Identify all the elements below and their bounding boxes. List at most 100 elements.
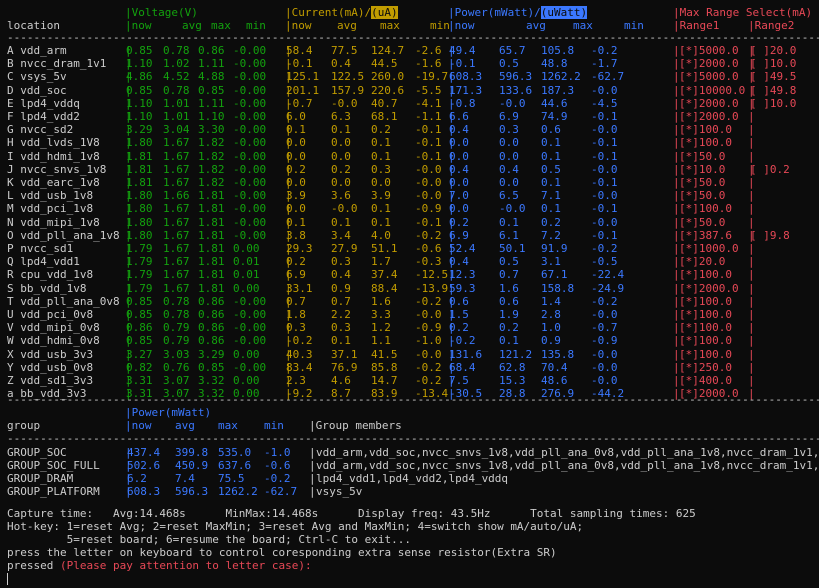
- current-cell: -5.5: [415, 83, 442, 97]
- voltage-cell: 4.52: [163, 70, 190, 84]
- power-cell: 1.9: [499, 308, 519, 321]
- column-divider: |: [748, 268, 755, 282]
- current-cell: 77.5: [331, 44, 358, 57]
- voltage-cell: -0.00: [233, 334, 267, 348]
- terminal-window[interactable]: |Voltage(V) |Current(mA)/(uA) |Power(mWa…: [0, 0, 819, 588]
- current-cell: 41.5: [371, 347, 398, 361]
- current-cell: 6.0: [286, 110, 306, 123]
- current-cell: -4.1: [415, 96, 442, 110]
- power-cell: 74.9: [541, 110, 568, 123]
- location-label: F lpd4_vdd2: [7, 110, 80, 123]
- column-divider: |: [748, 215, 755, 229]
- table-row: K vdd_earc_1v8 | 1.81 1.67 1.82 -0.00 | 0.0 0.0 0…: [0, 176, 819, 189]
- group-members-header: |Group members: [309, 419, 402, 432]
- power-cell: 3.1: [541, 255, 561, 269]
- current-cell: -1.6: [415, 57, 442, 71]
- current-header-line: |Current(mA)/(uA): [285, 6, 398, 19]
- voltage-cell: -0.00: [233, 57, 267, 71]
- voltage-cell: 1.01: [163, 110, 190, 123]
- range1-toggle: [*]100.0: [679, 202, 732, 216]
- power-cell: 52.4: [449, 242, 476, 255]
- location-label: W vdd_hdmi_0v8: [7, 334, 100, 348]
- voltage-cell: 0.79: [163, 321, 190, 335]
- voltage-cell: 1.67: [163, 242, 190, 255]
- current-cell: 0.0: [286, 176, 306, 189]
- voltage-cell: 3.27: [126, 347, 153, 361]
- current-cell: -0.0: [415, 347, 442, 361]
- current-cell: 3.9: [371, 189, 391, 203]
- power-cell: -22.4: [591, 268, 625, 282]
- voltage-cell: -0.00: [233, 70, 267, 84]
- table-row: X vdd_usb_3v3 | 3.27 3.03 3.29 0.00 | 40.3 37.1 4…: [0, 348, 819, 361]
- power-cell: -0.2: [591, 294, 618, 308]
- current-cell: -0.1: [415, 136, 442, 150]
- current-cell: 0.2: [286, 255, 306, 269]
- power-cell: -0.0: [591, 374, 618, 387]
- power-cell: 7.2: [541, 228, 561, 242]
- table-row: O vdd_pll_ana_1v8 | 1.80 1.67 1.81 -0.00 | 3.8 3…: [0, 229, 819, 242]
- power-cell: 15.3: [499, 374, 526, 387]
- table-row: S bb_vdd_1v8 | 1.79 1.67 1.81 0.00 | 33.1 0.9 88.…: [0, 282, 819, 295]
- current-cell: 3.8: [286, 228, 306, 242]
- current-cell: -13.9: [415, 281, 449, 295]
- voltage-cell: -0.00: [233, 149, 267, 163]
- column-divider: |: [748, 242, 755, 255]
- voltage-cell: 1.67: [163, 149, 190, 163]
- range1-toggle: [*]2000.0: [679, 57, 739, 71]
- power-cell: 91.9: [541, 242, 568, 255]
- power-cell: 48.8: [541, 57, 568, 71]
- power-cell: 6.1: [499, 228, 519, 242]
- power-cell: -0.1: [591, 228, 618, 242]
- voltage-cell: 0.85: [126, 294, 153, 308]
- voltage-cell: 0.00: [233, 242, 260, 255]
- current-cell: 51.1: [371, 242, 398, 255]
- pressed-prompt[interactable]: pressed (Please pay attention to letter …: [7, 559, 312, 572]
- table-row: B nvcc_dram_1v1 | 1.10 1.02 1.11 -0.00 | -0.1 0.…: [0, 57, 819, 70]
- voltage-cell: 1.79: [126, 255, 153, 269]
- table-row: L vdd_usb_1v8 | 1.80 1.66 1.81 -0.00 | 3.9 3.6 3.…: [0, 189, 819, 202]
- group-members: lpd4_vdd1,lpd4_vdd2,lpd4_vddq: [316, 472, 509, 485]
- current-unit-highlight: (uA): [371, 6, 398, 19]
- voltage-cell: -0.00: [233, 162, 267, 176]
- voltage-cell: 0.86: [198, 321, 225, 335]
- text-cursor[interactable]: [7, 573, 8, 585]
- voltage-cell: -0.00: [233, 110, 267, 123]
- current-cell: 2.2: [331, 308, 351, 321]
- power-cell: 70.4: [541, 360, 568, 374]
- location-label: A vdd_arm: [7, 44, 67, 57]
- voltage-cell: -0.00: [233, 44, 267, 57]
- group-power-cell: 7.4: [175, 472, 195, 485]
- current-cell: 83.4: [286, 360, 313, 374]
- power-cell: 7.5: [449, 374, 469, 387]
- power-cell: -0.0: [591, 347, 618, 361]
- current-cell: -0.0: [415, 189, 442, 203]
- hotkey-line-2: 5=reset board; 6=resume the board; Ctrl-…: [7, 533, 411, 546]
- voltage-cell: 0.86: [198, 294, 225, 308]
- power-cell: -0.0: [499, 96, 526, 110]
- voltage-cell: -0.00: [233, 294, 267, 308]
- current-cell: -0.1: [286, 57, 313, 71]
- power-cell: 59.3: [449, 281, 476, 295]
- group-power-cell: 75.5: [218, 472, 245, 485]
- voltage-cell: -0.00: [233, 136, 267, 150]
- voltage-cell: 0.78: [163, 83, 190, 97]
- current-cell: 0.0: [331, 136, 351, 150]
- range1-toggle: [*]20.0: [679, 255, 726, 269]
- table-row: I vdd_hdmi_1v8 | 1.81 1.67 1.82 -0.00 | 0.0 0.0 0…: [0, 150, 819, 163]
- group-row: GROUP_SOC_FULL | 502.6 450.9 637.6 -0.6 | vdd_a…: [0, 459, 819, 472]
- group-row: GROUP_SOC | 437.4 399.8 535.0 -1.0 | vdd_arm,vd…: [0, 446, 819, 459]
- voltage-cell: 1.81: [198, 189, 225, 203]
- current-cell: 1.8: [286, 308, 306, 321]
- current-cell: -0.2: [286, 334, 313, 348]
- location-label: K vdd_earc_1v8: [7, 176, 100, 189]
- current-cell: -0.0: [415, 176, 442, 189]
- power-cell: 135.8: [541, 347, 575, 361]
- power-cell: 0.0: [499, 136, 519, 150]
- current-cell: -0.6: [415, 242, 442, 255]
- power-cell: 0.2: [541, 215, 561, 229]
- column-divider: |: [748, 202, 755, 216]
- group-power-cell: 637.6: [218, 459, 252, 472]
- location-label: N vdd_mipi_1v8: [7, 215, 100, 229]
- voltage-cell: 4.88: [198, 70, 225, 84]
- current-cell: 0.0: [286, 202, 306, 216]
